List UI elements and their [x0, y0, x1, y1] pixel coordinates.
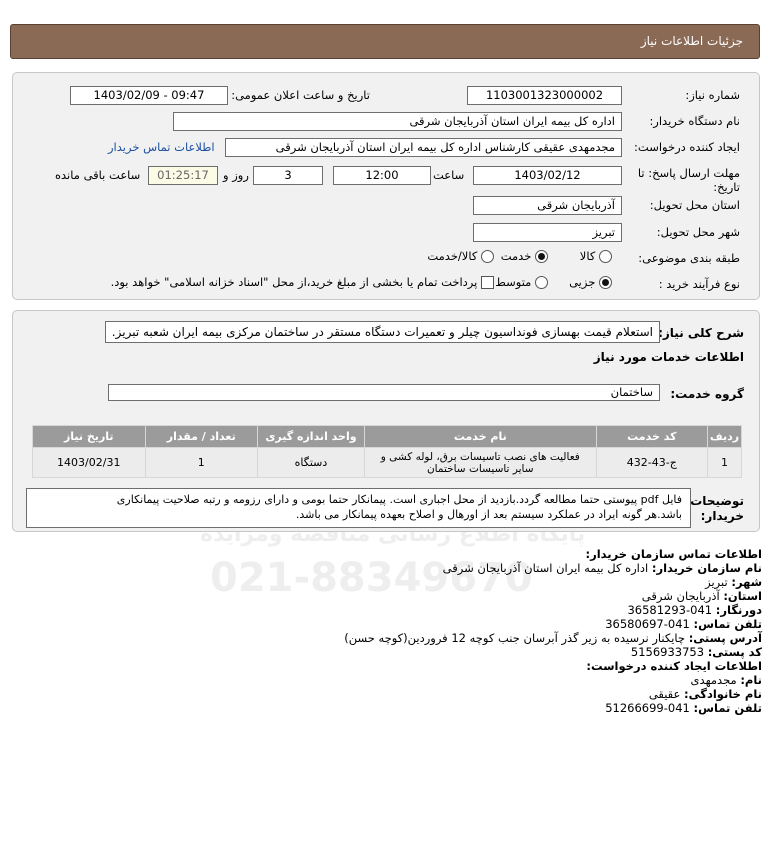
description-label: شرح کلی نیاز: — [658, 326, 744, 340]
contact-section: اطلاعات تماس سازمان خریدار: نام سازمان خ… — [0, 545, 770, 745]
contact-org: نام سازمان خریدار: اداره کل بیمه ایران ا… — [442, 561, 762, 575]
col-code: کد خدمت — [595, 425, 709, 448]
description-field: استعلام قیمت بهسازی فونداسیون چیلر و تعم… — [105, 321, 660, 343]
contact-city: شهر: تبریز — [705, 575, 762, 589]
contact-phone: تلفن تماس: 041-36580697 — [605, 617, 762, 631]
category-option-goods-service[interactable]: کالا/خدمت — [427, 249, 494, 263]
need-number-label: شماره نیاز: — [685, 88, 740, 102]
payment-note: پرداخت تمام یا بخشی از مبلغ خرید،از محل … — [110, 275, 478, 289]
days-label: روز و — [223, 168, 249, 182]
category-label: طبقه بندی موضوعی: — [638, 251, 740, 265]
process-minor-radio[interactable] — [599, 276, 612, 289]
province-field: آذربایجان شرقی — [473, 196, 622, 215]
creator-phone: تلفن تماس: 041-51266699 — [605, 701, 762, 715]
process-medium-radio[interactable] — [535, 276, 548, 289]
contact-buyer-link[interactable]: اطلاعات تماس خریدار — [108, 140, 215, 154]
cell-name: فعالیت های نصب تاسیسات برق، لوله کشی و س… — [363, 447, 597, 478]
city-label: شهر محل تحویل: — [656, 225, 740, 239]
category-goods-radio[interactable] — [599, 250, 612, 263]
category-option-service[interactable]: خدمت — [501, 249, 548, 263]
table-row: 1 ج-43-432 فعالیت های نصب تاسیسات برق، ل… — [32, 447, 742, 478]
contact-province: استان: آذربایجان شرقی — [641, 589, 762, 603]
category-goods-service-radio[interactable] — [481, 250, 494, 263]
deadline-date-field: 1403/02/12 — [473, 166, 622, 185]
creator-label: ایجاد کننده درخواست: — [634, 140, 740, 154]
buyer-field: اداره کل بیمه ایران استان آذربایجان شرقی — [173, 112, 622, 131]
deadline-label-date: تاریخ: — [713, 180, 740, 194]
remaining-label: ساعت باقی مانده — [55, 168, 141, 182]
days-field: 3 — [253, 166, 323, 185]
col-name: نام خدمت — [363, 425, 597, 448]
buyer-notes-line-1: فایل pdf پیوستی حتما مطالعه گردد.بازدید … — [116, 493, 682, 506]
announce-field: 1403/02/09 - 09:47 — [70, 86, 228, 105]
cell-code: ج-43-432 — [595, 447, 709, 478]
contact-fax: دورنگار: 041-36581293 — [627, 603, 762, 617]
province-label: استان محل تحویل: — [649, 198, 740, 212]
deadline-time-field: 12:00 — [333, 166, 431, 185]
cell-date: 1403/02/31 — [32, 447, 146, 478]
category-service-radio[interactable] — [535, 250, 548, 263]
service-group-label: گروه خدمت: — [670, 387, 744, 401]
table-header-row: ردیف کد خدمت نام خدمت واحد اندازه گیری ت… — [32, 425, 742, 448]
creator-field: مجدمهدی عقیقی کارشناس اداره کل بیمه ایرا… — [225, 138, 622, 157]
process-option-medium[interactable]: متوسط — [495, 275, 548, 289]
city-field: تبریز — [473, 223, 622, 242]
need-number-field: 1103001323000002 — [467, 86, 622, 105]
page-header: جزئیات اطلاعات نیاز — [10, 24, 760, 59]
col-date: تاریخ نیاز — [32, 425, 146, 448]
buyer-notes-box: فایل pdf پیوستی حتما مطالعه گردد.بازدید … — [26, 488, 691, 528]
services-title: اطلاعات خدمات مورد نیاز — [593, 350, 744, 364]
buyer-label: نام دستگاه خریدار: — [649, 114, 740, 128]
creator-family: نام خانوادگی: عقیقی — [648, 687, 762, 701]
service-group-field: ساختمان — [108, 384, 660, 401]
cell-row: 1 — [707, 447, 742, 478]
payment-option[interactable]: پرداخت تمام یا بخشی از مبلغ خرید،از محل … — [111, 275, 494, 289]
services-table: ردیف کد خدمت نام خدمت واحد اندازه گیری ت… — [32, 425, 742, 478]
cell-qty: 1 — [144, 447, 259, 478]
deadline-label: مهلت ارسال پاسخ: تا — [637, 166, 740, 180]
buyer-notes-line-2: باشد.هر گونه ایراد در عملکرد سیستم بعد ا… — [295, 508, 682, 521]
creator-title: اطلاعات ایجاد کننده درخواست: — [586, 659, 762, 673]
remaining-time-field: 01:25:17 — [148, 166, 218, 185]
col-qty: تعداد / مقدار — [144, 425, 259, 448]
process-option-minor[interactable]: جزیی — [569, 275, 612, 289]
cell-unit: دستگاه — [257, 447, 365, 478]
time-label: ساعت — [433, 168, 465, 182]
col-unit: واحد اندازه گیری — [257, 425, 365, 448]
contact-address: آدرس پستی: چایکنار نرسیده به زیر گذر آبر… — [344, 631, 762, 645]
contact-title: اطلاعات تماس سازمان خریدار: — [585, 547, 762, 561]
process-label: نوع فرآیند خرید : — [658, 277, 740, 291]
need-info-panel — [12, 72, 760, 300]
contact-postal: کد پستی: 5156933753 — [630, 645, 762, 659]
creator-name: نام: مجدمهدی — [690, 673, 762, 687]
buyer-notes-label: توضیحات — [690, 494, 744, 508]
col-row: ردیف — [707, 425, 742, 448]
announce-label: تاریخ و ساعت اعلان عمومی: — [231, 88, 370, 102]
buyer-notes-label-2: خریدار: — [700, 509, 744, 523]
category-option-goods[interactable]: کالا — [580, 249, 612, 263]
payment-checkbox[interactable] — [481, 276, 494, 289]
page-title: جزئیات اطلاعات نیاز — [640, 34, 743, 48]
